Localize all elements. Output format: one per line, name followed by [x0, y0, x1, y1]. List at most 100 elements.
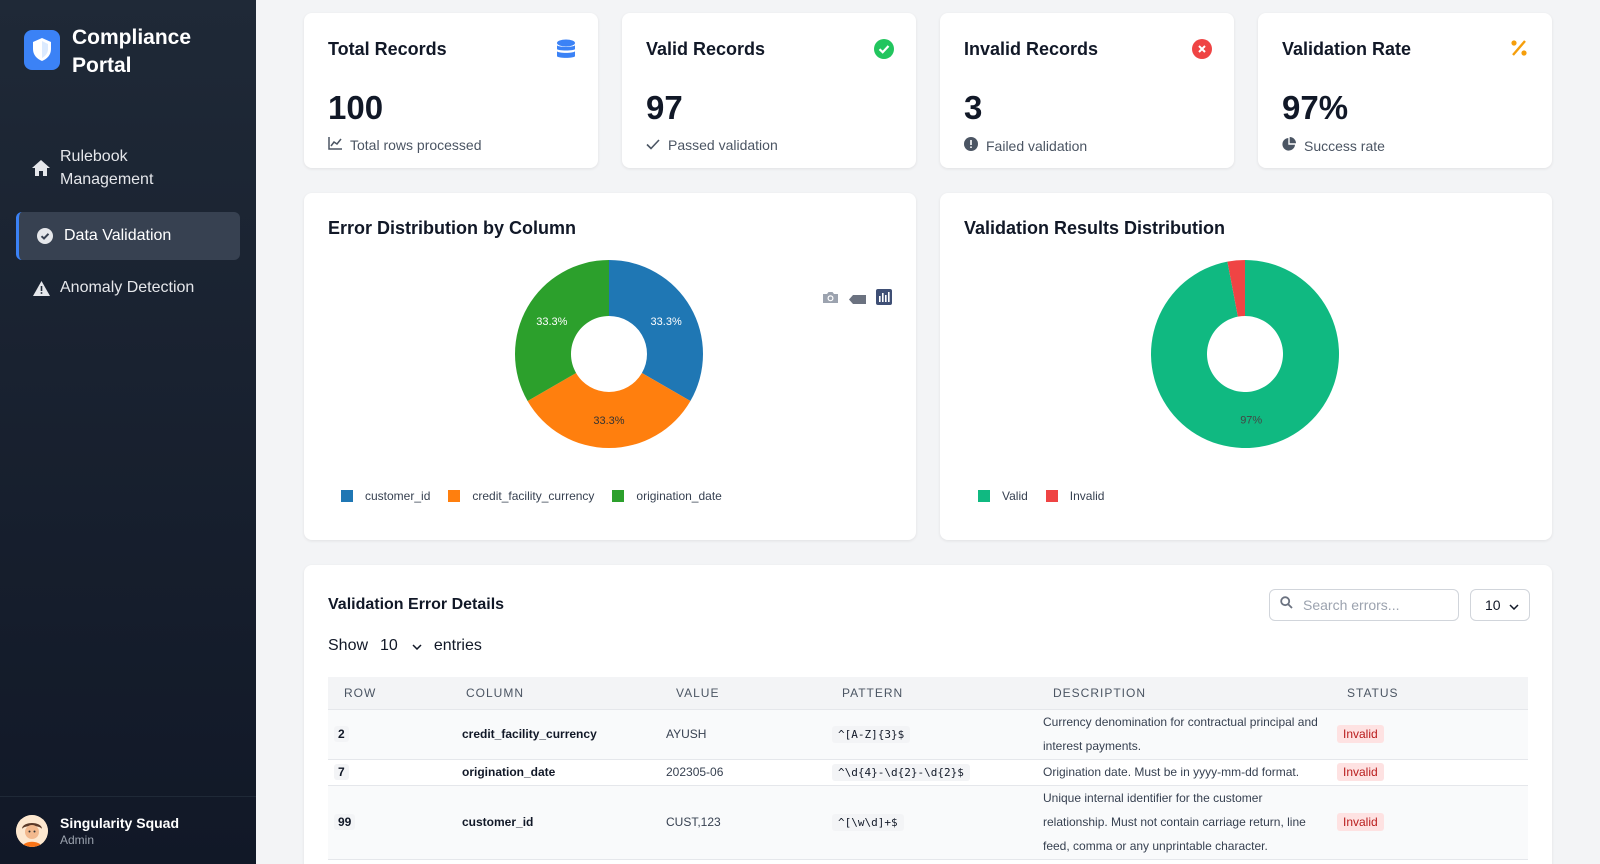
sidebar-item-label: Data Validation — [64, 227, 172, 244]
cell-value: AYUSH — [660, 709, 826, 760]
legend-label: origination_date — [636, 489, 722, 503]
database-icon — [556, 39, 576, 59]
legend-item[interactable]: origination_date — [612, 489, 722, 503]
search-errors-field[interactable] — [1269, 589, 1459, 621]
cell-row: 99 — [328, 785, 450, 860]
stat-card-total-records: Total Records 100 Total rows processed — [304, 13, 598, 168]
cell-pattern: ^[A-Z]{3}$ — [826, 709, 1037, 760]
stat-subtitle: Failed validation — [964, 137, 1087, 154]
table-header-row: ROW COLUMN VALUE PATTERN DESCRIPTION STA… — [328, 677, 1528, 710]
pattern-code: ^[A-Z]{3}$ — [832, 726, 911, 743]
exclamation-circle-icon — [964, 137, 978, 154]
check-circle-icon — [874, 39, 894, 59]
legend-label: Valid — [1002, 489, 1028, 503]
camera-icon[interactable] — [822, 291, 839, 309]
user-name: Singularity Squad — [60, 814, 180, 831]
column-name: origination_date — [462, 765, 556, 779]
legend-swatch — [978, 490, 990, 502]
row-number: 2 — [334, 726, 349, 742]
chevron-down-icon — [412, 637, 422, 655]
column-name: credit_facility_currency — [462, 727, 597, 741]
legend-item[interactable]: credit_facility_currency — [448, 489, 594, 503]
shield-icon — [24, 30, 60, 70]
column-header-status[interactable]: STATUS — [1331, 677, 1528, 710]
sidebar-item-rulebook-management[interactable]: Rulebook Management — [16, 142, 240, 194]
cell-pattern: ^[\w\d]+$ — [826, 785, 1037, 860]
pie-slice-label: 33.3% — [593, 415, 624, 427]
stat-card-invalid-records: Invalid Records 3 Failed validation — [940, 13, 1234, 168]
table-row[interactable]: 99 customer_id CUST,123 ^[\w\d]+$ Unique… — [328, 785, 1528, 860]
search-input[interactable] — [1303, 597, 1443, 613]
entries-value: 10 — [380, 637, 398, 654]
legend-swatch — [341, 490, 353, 502]
chart-line-icon — [328, 137, 342, 153]
pie-slice-label: 33.3% — [536, 316, 567, 328]
page-size-select[interactable]: 10 — [1470, 589, 1530, 621]
show-entries: Show 10 entries — [328, 637, 482, 655]
pie-slice-label: 33.3% — [651, 316, 682, 328]
stat-subtitle: Passed validation — [646, 137, 778, 153]
user-role: Admin — [60, 832, 95, 847]
search-icon — [1280, 596, 1293, 614]
column-header-column[interactable]: COLUMN — [450, 677, 660, 710]
stat-subtitle-text: Total rows processed — [350, 137, 482, 153]
pattern-code: ^\d{4}-\d{2}-\d{2}$ — [832, 764, 970, 781]
check-circle-icon — [36, 227, 54, 245]
chevron-down-icon — [1509, 597, 1519, 613]
cell-status: Invalid — [1331, 785, 1528, 860]
legend-label: credit_facility_currency — [472, 489, 595, 503]
chart-legend: customer_id credit_facility_currency ori… — [341, 489, 722, 503]
cell-column: origination_date — [450, 759, 660, 786]
column-header-pattern[interactable]: PATTERN — [826, 677, 1037, 710]
column-header-value[interactable]: VALUE — [660, 677, 826, 710]
pattern-code: ^[\w\d]+$ — [832, 814, 904, 831]
legend-swatch — [612, 490, 625, 502]
chart-card-error-distribution: Error Distribution by Column 33.3% 33.3% 3… — [304, 193, 916, 540]
stat-subtitle: Success rate — [1282, 137, 1385, 154]
sidebar-item-data-validation[interactable]: Data Validation — [16, 212, 240, 260]
cell-value: CUST,123 — [660, 785, 826, 860]
pie-slice-origination-date[interactable] — [515, 260, 609, 401]
cell-row: 2 — [328, 709, 450, 760]
show-label: Show — [328, 637, 369, 654]
column-header-row[interactable]: ROW — [328, 677, 450, 710]
stat-card-validation-rate: Validation Rate 97% Success rate — [1258, 13, 1552, 168]
row-number: 99 — [334, 814, 356, 830]
legend-swatch — [1045, 490, 1058, 502]
cell-column: credit_facility_currency — [450, 709, 660, 760]
entries-select[interactable]: 10 — [376, 637, 426, 655]
cell-description: Currency denomination for contractual pr… — [1037, 709, 1331, 760]
stat-value: 3 — [964, 89, 983, 126]
stat-subtitle-text: Failed validation — [986, 137, 1088, 154]
sidebar-item-anomaly-detection[interactable]: Anomaly Detection — [16, 264, 240, 312]
validation-results-donut[interactable]: 97% — [940, 193, 1552, 540]
row-number: 7 — [334, 764, 349, 780]
plotly-logo-icon[interactable] — [876, 289, 892, 310]
stat-title: Invalid Records — [964, 39, 1099, 59]
pie-slice-credit-facility-currency[interactable] — [527, 373, 691, 448]
cell-status: Invalid — [1331, 709, 1528, 760]
stat-title: Total Records — [328, 39, 447, 59]
brand[interactable]: Compliance Portal — [24, 24, 202, 80]
chart-card-validation-results: Validation Results Distribution 97% Vali… — [940, 193, 1552, 540]
legend-item[interactable]: Invalid — [1045, 489, 1105, 503]
pie-slice-label: 97% — [1240, 415, 1262, 427]
cell-value: 202305-06 — [660, 759, 826, 786]
legend-item[interactable]: customer_id — [341, 489, 430, 503]
entries-label: entries — [433, 637, 482, 654]
legend-item[interactable]: Valid — [978, 489, 1028, 503]
pie-chart-icon — [1282, 137, 1296, 154]
stat-value: 97 — [646, 89, 683, 126]
tag-icon[interactable] — [849, 291, 866, 309]
home-icon — [32, 159, 50, 177]
column-header-description[interactable]: DESCRIPTION — [1037, 677, 1331, 710]
status-badge: Invalid — [1337, 763, 1384, 781]
stat-subtitle-text: Passed validation — [668, 137, 778, 153]
pie-slice-customer-id[interactable] — [609, 260, 703, 401]
error-distribution-donut[interactable]: 33.3% 33.3% 33.3% — [304, 193, 916, 540]
user-profile[interactable]: Singularity Squad Admin — [0, 796, 256, 864]
table-row[interactable]: 2 credit_facility_currency AYUSH ^[A-Z]{… — [328, 709, 1528, 760]
table-row[interactable]: 7 origination_date 202305-06 ^\d{4}-\d{2… — [328, 759, 1528, 786]
sidebar-item-label: Anomaly Detection — [60, 279, 195, 296]
legend-label: Invalid — [1069, 489, 1105, 503]
